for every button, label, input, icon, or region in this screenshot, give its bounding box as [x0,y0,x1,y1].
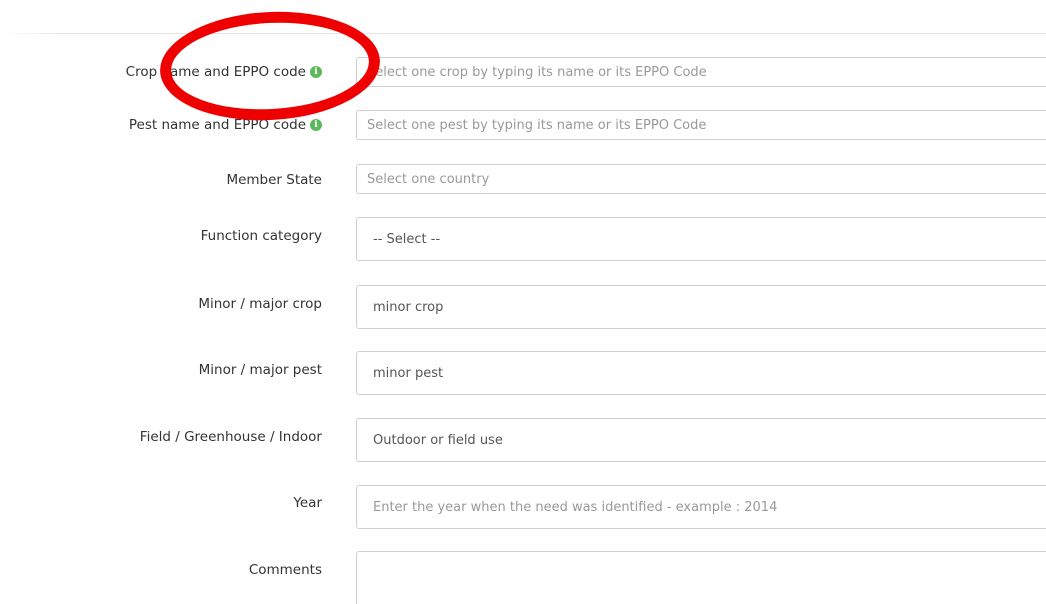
field-greenhouse-indoor-value: Outdoor or field use [373,432,503,448]
function-category-value: -- Select -- [373,231,441,247]
pest-label-text: Pest name and EPPO code [128,117,306,133]
pest-placeholder: Select one pest by typing its name or it… [367,117,707,133]
minor-major-crop-label: Minor / major crop [198,296,322,312]
top-divider [0,33,1046,34]
comments-label-text: Comments [248,562,322,578]
function-category-label: Function category [201,228,322,244]
member-state-label-text: Member State [226,172,322,188]
minor-major-pest-select[interactable]: minor pest [356,351,1046,395]
minor-major-crop-select[interactable]: minor crop [356,285,1046,329]
minor-major-crop-label-text: Minor / major crop [198,296,322,312]
year-input[interactable]: Enter the year when the need was identif… [356,485,1046,529]
field-greenhouse-indoor-label: Field / Greenhouse / Indoor [140,429,322,445]
minor-major-pest-label: Minor / major pest [199,362,322,378]
field-greenhouse-indoor-label-text: Field / Greenhouse / Indoor [139,429,322,445]
crop-label-text: Crop name and EPPO code [125,64,306,80]
comments-textarea[interactable] [356,551,1046,604]
pest-select-input[interactable]: Select one pest by typing its name or it… [356,110,1046,140]
member-state-select-input[interactable]: Select one country [356,164,1046,194]
function-category-label-text: Function category [200,228,322,244]
crop-placeholder: Select one crop by typing its name or it… [367,64,707,80]
pest-label: Pest name and EPPO code i [129,117,322,133]
field-greenhouse-indoor-select[interactable]: Outdoor or field use [356,418,1046,462]
minor-major-pest-value: minor pest [373,365,444,381]
minor-major-crop-value: minor crop [373,299,444,315]
member-state-placeholder: Select one country [367,171,490,187]
comments-label: Comments [249,562,322,578]
member-state-label: Member State [226,172,322,188]
info-icon[interactable]: i [310,66,322,78]
crop-select-input[interactable]: Select one crop by typing its name or it… [356,57,1046,87]
info-icon[interactable]: i [310,119,322,131]
year-label: Year [293,495,322,511]
crop-label: Crop name and EPPO code i [126,64,322,80]
year-placeholder: Enter the year when the need was identif… [373,499,778,515]
form-page: Crop name and EPPO code i Select one cro… [0,0,1046,604]
function-category-select[interactable]: -- Select -- [356,217,1046,261]
minor-major-pest-label-text: Minor / major pest [198,362,322,378]
year-label-text: Year [293,495,322,511]
